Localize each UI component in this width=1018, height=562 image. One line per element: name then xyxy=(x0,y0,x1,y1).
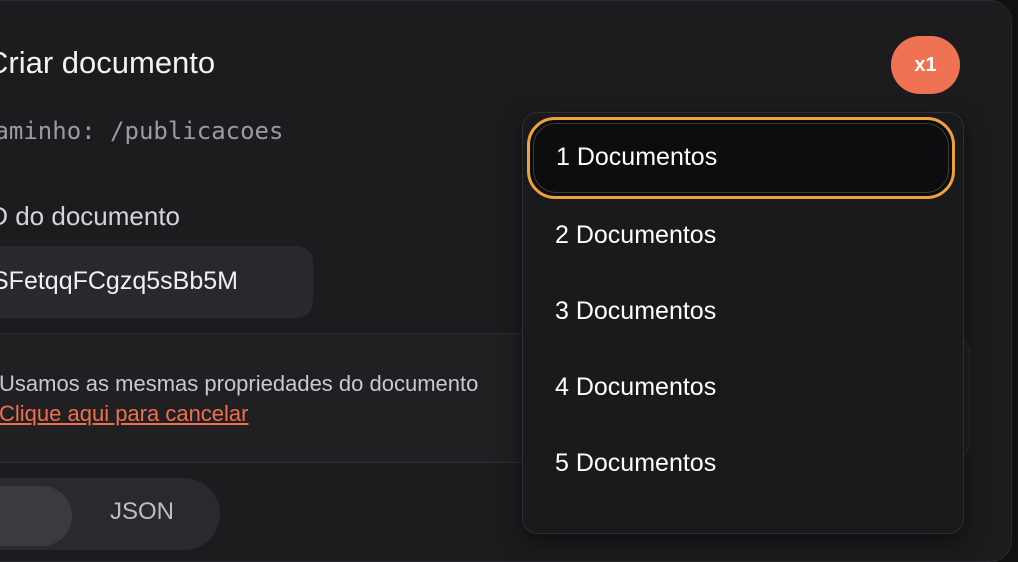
path-value: /publicacoes xyxy=(110,117,284,145)
dropdown-option-selected[interactable]: 1 Documentos xyxy=(527,117,955,199)
quantity-badge[interactable]: x1 xyxy=(891,36,960,94)
option-label: 1 Documentos xyxy=(556,143,718,171)
cancel-link[interactable]: Clique aqui para cancelar xyxy=(0,401,249,427)
document-id-field[interactable]: SFetqqFCgzq5sBb5M xyxy=(0,246,313,318)
document-id-value: SFetqqFCgzq5sBb5M xyxy=(0,267,238,295)
path-line: Caminho: /publicacoes xyxy=(0,117,283,145)
path-prefix: Caminho: xyxy=(0,117,96,145)
document-id-label: ID do documento xyxy=(0,201,181,231)
tab-form[interactable] xyxy=(0,486,72,546)
modal-title: Criar documento xyxy=(0,45,216,80)
tab-json[interactable]: JSON xyxy=(110,498,174,526)
editor-mode-tabs: JSON xyxy=(0,478,220,550)
dropdown-option[interactable]: 2 Documentos xyxy=(555,221,716,250)
notice-text: Usamos as mesmas propriedades do documen… xyxy=(0,371,479,396)
dropdown-option[interactable]: 5 Documentos xyxy=(555,449,716,478)
dropdown-option[interactable]: 4 Documentos xyxy=(555,373,716,402)
dropdown-option[interactable]: 3 Documentos xyxy=(555,297,716,326)
quantity-dropdown: 1 Documentos 2 Documentos 3 Documentos 4… xyxy=(522,112,964,534)
